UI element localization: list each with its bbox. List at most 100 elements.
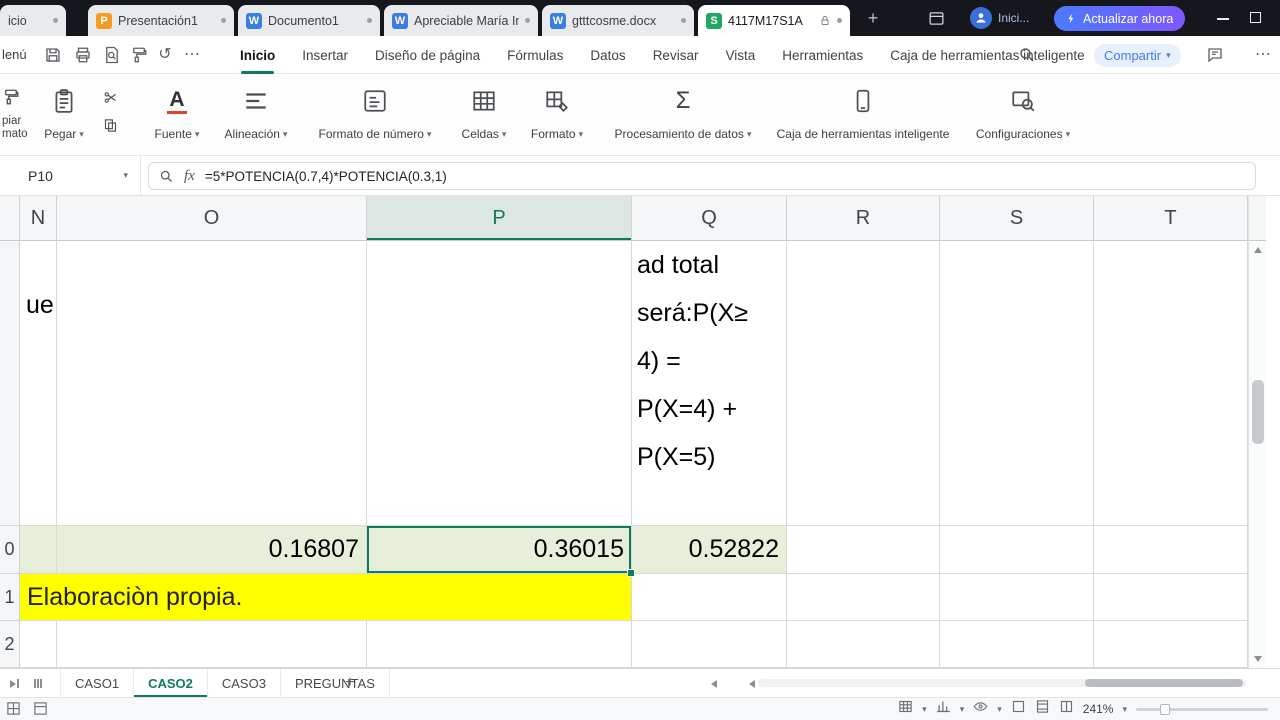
cell-S12[interactable] (940, 621, 1094, 668)
insert-function-button[interactable]: fx (184, 168, 195, 185)
print-preview-icon[interactable] (103, 46, 121, 64)
formula-input[interactable]: fx =5*POTENCIA(0.7,4)*POTENCIA(0.3,1) (148, 162, 1256, 190)
print-icon[interactable] (74, 46, 92, 64)
cell-T10[interactable] (1094, 526, 1248, 574)
scroll-up-arrow[interactable] (1253, 247, 1262, 253)
alignment-group-button[interactable]: Alineación ▾ (216, 82, 296, 148)
ribbon-tab-inicio[interactable]: Inicio (240, 36, 275, 74)
cell-T12[interactable] (1094, 621, 1248, 668)
cell-N10[interactable] (20, 526, 57, 574)
zoom-slider-thumb[interactable] (1160, 703, 1170, 715)
normal-view-icon[interactable] (1011, 699, 1026, 719)
cell-Q9[interactable]: ad total será:P(X≥ 4) = P(X=4) + P(X=5) (632, 241, 787, 526)
column-header-q[interactable]: Q (632, 196, 787, 241)
sheet-nav-first-icon[interactable] (6, 677, 22, 690)
smart-toolbox-group-button[interactable]: Caja de herramientas inteligente (774, 82, 952, 148)
chart-tools-icon[interactable] (936, 699, 951, 719)
ribbon-tab-insertar[interactable]: Insertar (302, 36, 348, 74)
page-layout-view-icon[interactable] (1035, 699, 1050, 719)
vertical-scrollbar[interactable] (1248, 196, 1266, 668)
row-header[interactable] (0, 241, 20, 526)
cell-S11[interactable] (940, 574, 1094, 621)
panel-view-icon[interactable] (33, 701, 48, 720)
minimize-button[interactable] (1212, 8, 1234, 30)
cell-O9[interactable] (57, 241, 367, 526)
cell-Q12[interactable] (632, 621, 787, 668)
ribbon-tab-datos[interactable]: Datos (590, 36, 625, 74)
more-options-icon[interactable]: ⋯ (1254, 46, 1272, 64)
vertical-scroll-thumb[interactable] (1252, 380, 1264, 444)
column-header-o[interactable]: O (57, 196, 367, 241)
column-header-t[interactable]: T (1094, 196, 1248, 241)
format-painter-icon[interactable] (130, 46, 148, 64)
chevron-down-icon[interactable]: ▾ (1122, 704, 1127, 714)
cell-P12[interactable] (367, 621, 632, 668)
column-header-p-selected[interactable]: P (367, 196, 632, 241)
chevron-down-icon[interactable]: ▾ (922, 704, 927, 714)
settings-group-button[interactable]: Configuraciones ▾ (962, 82, 1084, 148)
horizontal-scroll-thumb[interactable] (1085, 679, 1243, 687)
new-tab-button[interactable]: + (862, 7, 884, 29)
maximize-button[interactable] (1250, 12, 1261, 23)
zoom-level[interactable]: 241% (1083, 702, 1114, 716)
ribbon-tab-diseno[interactable]: Diseño de página (375, 36, 480, 74)
ribbon-tab-revisar[interactable]: Revisar (653, 36, 699, 74)
cell-R10[interactable] (787, 526, 940, 574)
share-button[interactable]: Compartir ▾ (1094, 44, 1181, 67)
ribbon-tab-caja-inteligente[interactable]: Caja de herramientas inteligente (890, 36, 1084, 74)
row-header-11[interactable]: 1 (0, 574, 20, 621)
page-break-view-icon[interactable] (1059, 699, 1074, 719)
cell-O10[interactable]: 0.16807 (57, 526, 367, 574)
formula-search-icon[interactable] (159, 169, 174, 184)
cell-note-highlighted[interactable]: Elaboraciòn propia. (20, 574, 632, 621)
ribbon-tab-herramientas[interactable]: Herramientas (782, 36, 863, 74)
select-all-corner[interactable] (0, 196, 20, 241)
doc-tab-start[interactable]: icio (0, 5, 66, 36)
copy-icon[interactable] (103, 118, 118, 138)
cell-T11[interactable] (1094, 574, 1248, 621)
data-processing-group-button[interactable]: Σ Procesamiento de datos ▾ (602, 82, 764, 148)
chevron-down-icon[interactable]: ▾ (960, 704, 965, 714)
sheet-list-icon[interactable] (30, 677, 46, 690)
cell-Q10[interactable]: 0.52822 (632, 526, 787, 574)
row-header-10[interactable]: 0 (0, 526, 20, 574)
cell-Q11[interactable] (632, 574, 787, 621)
cells-group-button[interactable]: Celdas ▾ (456, 82, 512, 148)
cell-R9[interactable] (787, 241, 940, 526)
table-tools-icon[interactable] (898, 699, 913, 719)
cell-S10[interactable] (940, 526, 1094, 574)
menu-button[interactable]: lenú (2, 47, 27, 62)
font-group-button[interactable]: A Fuente ▾ (146, 82, 208, 148)
doc-tab-apreciable-maria[interactable]: W Apreciable María Iné (384, 5, 538, 36)
comment-icon[interactable] (1206, 46, 1224, 64)
cell-N9[interactable]: ue (20, 241, 57, 526)
chevron-down-icon[interactable]: ▾ (997, 704, 1002, 714)
search-icon[interactable] (1018, 46, 1036, 64)
scroll-down-arrow[interactable] (1254, 656, 1262, 662)
paste-button[interactable]: Pegar ▾ (36, 82, 92, 148)
window-mode-icon[interactable] (928, 10, 945, 27)
number-format-group-button[interactable]: Formato de número ▾ (306, 82, 444, 148)
visibility-icon[interactable] (973, 699, 988, 719)
doc-tab-presentacion1[interactable]: P Presentación1 (88, 5, 234, 36)
cell-R11[interactable] (787, 574, 940, 621)
cell-N12[interactable] (20, 621, 57, 668)
zoom-slider[interactable] (1136, 703, 1268, 715)
column-header-s[interactable]: S (940, 196, 1094, 241)
column-header-n[interactable]: N (20, 196, 57, 241)
cell-O12[interactable] (57, 621, 367, 668)
more-tools-icon[interactable]: ⋯ (183, 46, 201, 64)
cell-P10-selected[interactable]: 0.36015 (367, 526, 635, 577)
cell-P9[interactable] (367, 241, 632, 526)
format-group-button[interactable]: Formato ▾ (522, 82, 592, 148)
fill-handle[interactable] (627, 569, 635, 577)
sheet-tab-caso3[interactable]: CASO3 (207, 669, 281, 697)
doc-tab-spreadsheet-active[interactable]: S 4117M17S1A (698, 5, 850, 36)
scroll-left-icon[interactable] (706, 677, 722, 690)
sheet-tab-caso1[interactable]: CASO1 (60, 669, 135, 697)
add-sheet-button[interactable]: + (340, 673, 360, 693)
row-header-12[interactable]: 2 (0, 621, 20, 668)
sheet-tab-preguntas[interactable]: PREGUNTAS (280, 669, 390, 697)
ribbon-tab-vista[interactable]: Vista (725, 36, 755, 74)
grid-view-icon[interactable] (6, 701, 21, 720)
